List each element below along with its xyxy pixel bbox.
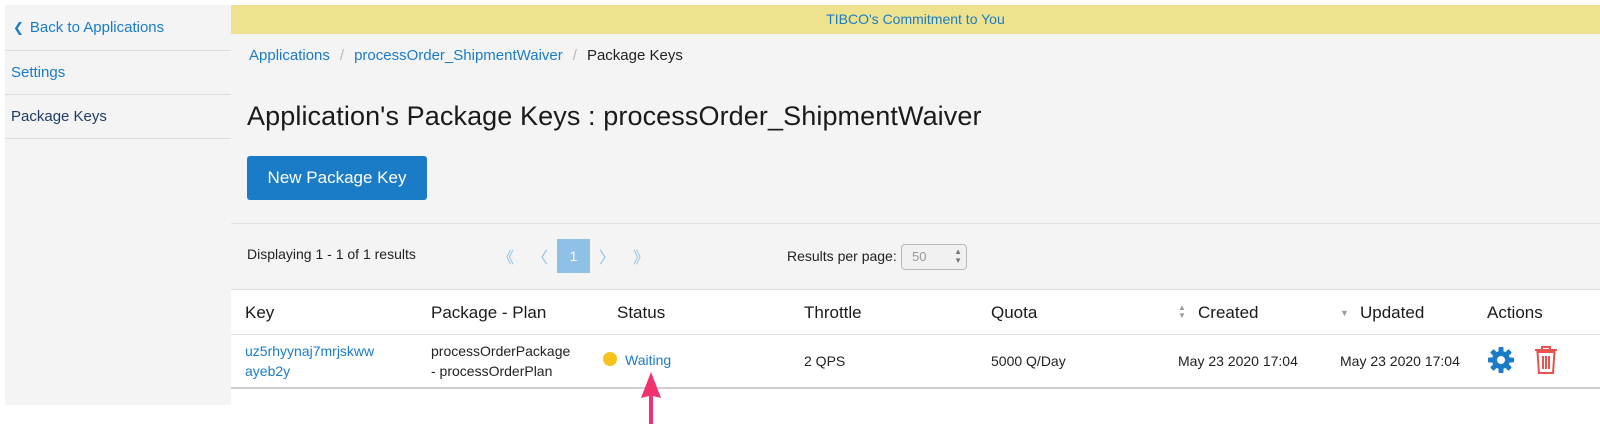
breadcrumb-separator: / bbox=[572, 47, 577, 64]
package-key-line-2: ayeb2y bbox=[245, 363, 291, 379]
commitment-banner[interactable]: TIBCO's Commitment to You bbox=[231, 5, 1600, 34]
updated-cell: May 23 2020 17:04 bbox=[1340, 353, 1460, 369]
back-to-applications-link[interactable]: ❮ Back to Applications bbox=[5, 5, 231, 51]
last-page-icon[interactable]: 》 bbox=[624, 239, 658, 273]
banner-link[interactable]: TIBCO's Commitment to You bbox=[826, 11, 1005, 27]
plan-name: - processOrderPlan bbox=[431, 363, 553, 379]
new-package-key-button[interactable]: New Package Key bbox=[247, 156, 427, 200]
column-header-package-plan: Package - Plan bbox=[431, 303, 547, 322]
column-header-quota: Quota bbox=[991, 303, 1038, 322]
back-to-applications-label: Back to Applications bbox=[29, 19, 165, 36]
column-header-key: Key bbox=[245, 303, 275, 322]
prev-page-icon[interactable]: 〈 bbox=[523, 239, 557, 273]
trash-icon[interactable] bbox=[1533, 345, 1559, 380]
breadcrumb-application[interactable]: processOrder_ShipmentWaiver bbox=[354, 47, 563, 64]
package-key-line-1: uz5rhyynaj7mrjskww bbox=[245, 343, 375, 359]
results-count: Displaying 1 - 1 of 1 results bbox=[247, 246, 416, 262]
table-header: Key Package - Plan Status Throttle Quota… bbox=[231, 289, 1600, 335]
created-cell: May 23 2020 17:04 bbox=[1178, 353, 1298, 369]
annotation-arrow bbox=[641, 372, 661, 424]
quota-cell: 5000 Q/Day bbox=[991, 353, 1066, 369]
sidebar-item-package-keys[interactable]: Package Keys bbox=[5, 95, 231, 139]
package-name: processOrderPackage bbox=[431, 343, 571, 359]
sidebar: ❮ Back to Applications Settings Package … bbox=[5, 5, 232, 405]
column-header-throttle: Throttle bbox=[804, 303, 862, 322]
package-key-link[interactable]: uz5rhyynaj7mrjskww ayeb2y bbox=[245, 341, 374, 381]
results-per-page-select[interactable]: 50 ▲ ▼ bbox=[901, 244, 967, 270]
breadcrumb: Applications / processOrder_ShipmentWaiv… bbox=[249, 47, 683, 64]
select-arrows-icon: ▲ ▼ bbox=[954, 247, 962, 265]
page-number-current[interactable]: 1 bbox=[557, 239, 590, 273]
sidebar-item-settings[interactable]: Settings bbox=[5, 51, 231, 95]
column-header-updated[interactable]: Updated bbox=[1360, 303, 1424, 323]
throttle-cell: 2 QPS bbox=[804, 353, 846, 369]
pagination-bar: Displaying 1 - 1 of 1 results 《 〈 1 〉 》 … bbox=[231, 223, 1600, 290]
first-page-icon[interactable]: 《 bbox=[489, 239, 523, 273]
gear-icon[interactable] bbox=[1487, 346, 1515, 379]
status-cell: Waiting bbox=[603, 350, 671, 370]
breadcrumb-separator: / bbox=[339, 47, 345, 64]
table-row: uz5rhyynaj7mrjskww ayeb2y processOrderPa… bbox=[231, 335, 1600, 389]
results-per-page-label: Results per page: bbox=[787, 248, 897, 264]
column-header-status: Status bbox=[617, 303, 666, 322]
results-per-page-value: 50 bbox=[912, 249, 927, 264]
pager: 《 〈 1 〉 》 bbox=[489, 239, 658, 273]
column-header-actions: Actions bbox=[1487, 303, 1543, 322]
next-page-icon[interactable]: 〉 bbox=[590, 239, 624, 273]
trash-icon-graphic bbox=[1535, 346, 1557, 374]
chevron-left-icon: ❮ bbox=[13, 19, 24, 35]
breadcrumb-applications[interactable]: Applications bbox=[249, 47, 330, 64]
main-panel: TIBCO's Commitment to You Applications /… bbox=[231, 5, 1600, 405]
sidebar-item-label: Settings bbox=[11, 64, 66, 81]
sort-both-icon[interactable]: ▲ ▼ bbox=[1178, 304, 1186, 320]
sort-descending-icon[interactable]: ▼ bbox=[1340, 308, 1349, 318]
column-header-created[interactable]: Created bbox=[1198, 303, 1258, 323]
gear-icon-graphic bbox=[1488, 347, 1514, 373]
package-plan-cell: processOrderPackage - processOrderPlan bbox=[431, 341, 570, 381]
sidebar-item-label: Package Keys bbox=[11, 108, 107, 125]
status-dot-icon bbox=[603, 352, 617, 366]
status-link[interactable]: Waiting bbox=[625, 352, 671, 368]
breadcrumb-current: Package Keys bbox=[586, 47, 683, 64]
page-title: Application's Package Keys : processOrde… bbox=[247, 101, 982, 131]
package-keys-table: Key Package - Plan Status Throttle Quota… bbox=[231, 289, 1600, 405]
